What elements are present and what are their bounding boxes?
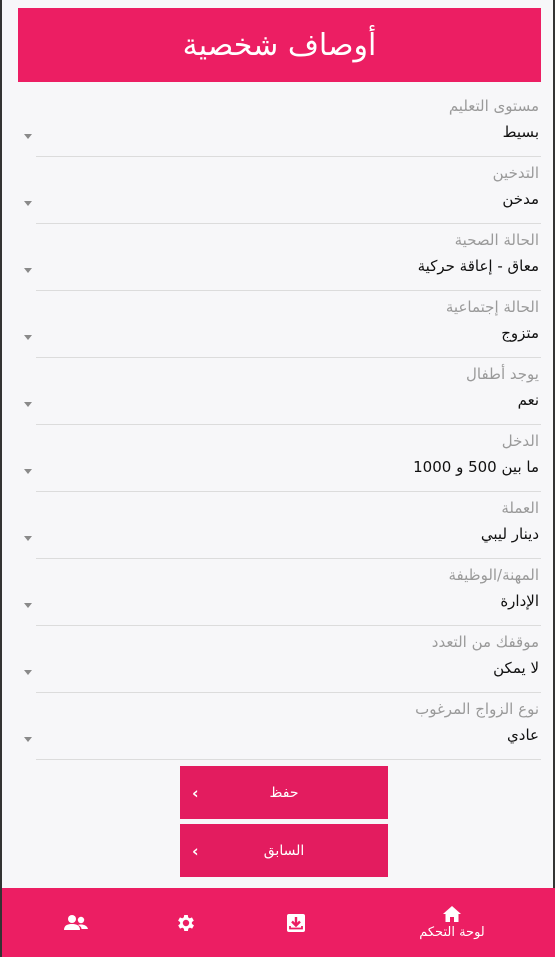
dropdown-arrow-icon	[24, 536, 32, 541]
field-label: مستوى التعليم	[448, 97, 539, 115]
download-box-icon	[286, 913, 306, 933]
has-children-select[interactable]: يوجد أطفال نعم	[2, 358, 555, 425]
gear-icon	[175, 912, 197, 934]
smoking-select[interactable]: التدخين مدخن	[2, 157, 555, 224]
marital-status-select[interactable]: الحالة إجتماعية متزوج	[2, 291, 555, 358]
field-label: الحالة الصحية	[454, 231, 539, 249]
currency-select[interactable]: العملة دينار ليبي	[2, 492, 555, 559]
bottom-navigation: لوحة التحكم	[2, 888, 555, 957]
previous-button-label: السابق	[263, 842, 305, 859]
nav-users[interactable]	[54, 888, 98, 957]
app-frame: أوصاف شخصية مستوى التعليم بسيط التدخين م…	[0, 0, 555, 957]
field-label: يوجد أطفال	[465, 365, 539, 383]
marriage-type-select[interactable]: نوع الزواج المرغوب عادي	[2, 693, 555, 760]
field-label: الدخل	[501, 432, 539, 450]
nav-downloads[interactable]	[274, 888, 318, 957]
field-value: بسيط	[502, 123, 539, 141]
chevron-left-icon: ‹	[192, 841, 199, 860]
field-value: دينار ليبي	[480, 525, 539, 543]
field-value: ما بين 500 و 1000	[413, 458, 539, 476]
field-label: التدخين	[492, 164, 539, 182]
save-button-label: حفظ	[269, 784, 299, 801]
profession-select[interactable]: المهنة/الوظيفة الإدارة	[2, 559, 555, 626]
dropdown-arrow-icon	[24, 670, 32, 675]
field-value: متزوج	[501, 324, 539, 342]
field-label: موقفك من التعدد	[431, 633, 539, 651]
dropdown-arrow-icon	[24, 402, 32, 407]
nav-settings[interactable]	[164, 888, 208, 957]
page-header: أوصاف شخصية	[18, 8, 541, 82]
users-icon	[63, 913, 89, 933]
field-value: معاق - إعاقة حركية	[417, 257, 539, 275]
previous-button[interactable]: ‹ السابق	[180, 824, 388, 877]
polygamy-stance-select[interactable]: موقفك من التعدد لا يمكن	[2, 626, 555, 693]
save-button[interactable]: ‹ حفظ	[180, 766, 388, 819]
chevron-left-icon: ‹	[192, 783, 199, 802]
nav-dashboard[interactable]: لوحة التحكم	[397, 888, 507, 957]
dropdown-arrow-icon	[24, 603, 32, 608]
field-label: الحالة إجتماعية	[445, 298, 539, 316]
page-title: أوصاف شخصية	[182, 27, 377, 63]
field-label: المهنة/الوظيفة	[448, 566, 539, 584]
form-fields: مستوى التعليم بسيط التدخين مدخن الحالة ا…	[2, 90, 555, 760]
field-value: مدخن	[502, 190, 539, 208]
dropdown-arrow-icon	[24, 268, 32, 273]
field-value: الإدارة	[500, 592, 539, 610]
education-level-select[interactable]: مستوى التعليم بسيط	[2, 90, 555, 157]
home-icon	[442, 905, 462, 923]
dropdown-arrow-icon	[24, 335, 32, 340]
nav-dashboard-label: لوحة التحكم	[419, 925, 485, 940]
field-value: نعم	[517, 391, 539, 409]
health-status-select[interactable]: الحالة الصحية معاق - إعاقة حركية	[2, 224, 555, 291]
field-value: عادي	[507, 726, 539, 744]
dropdown-arrow-icon	[24, 737, 32, 742]
dropdown-arrow-icon	[24, 201, 32, 206]
income-select[interactable]: الدخل ما بين 500 و 1000	[2, 425, 555, 492]
field-label: نوع الزواج المرغوب	[415, 700, 539, 718]
field-value: لا يمكن	[493, 659, 539, 677]
field-label: العملة	[501, 499, 539, 517]
dropdown-arrow-icon	[24, 469, 32, 474]
field-underline	[36, 759, 541, 760]
dropdown-arrow-icon	[24, 134, 32, 139]
